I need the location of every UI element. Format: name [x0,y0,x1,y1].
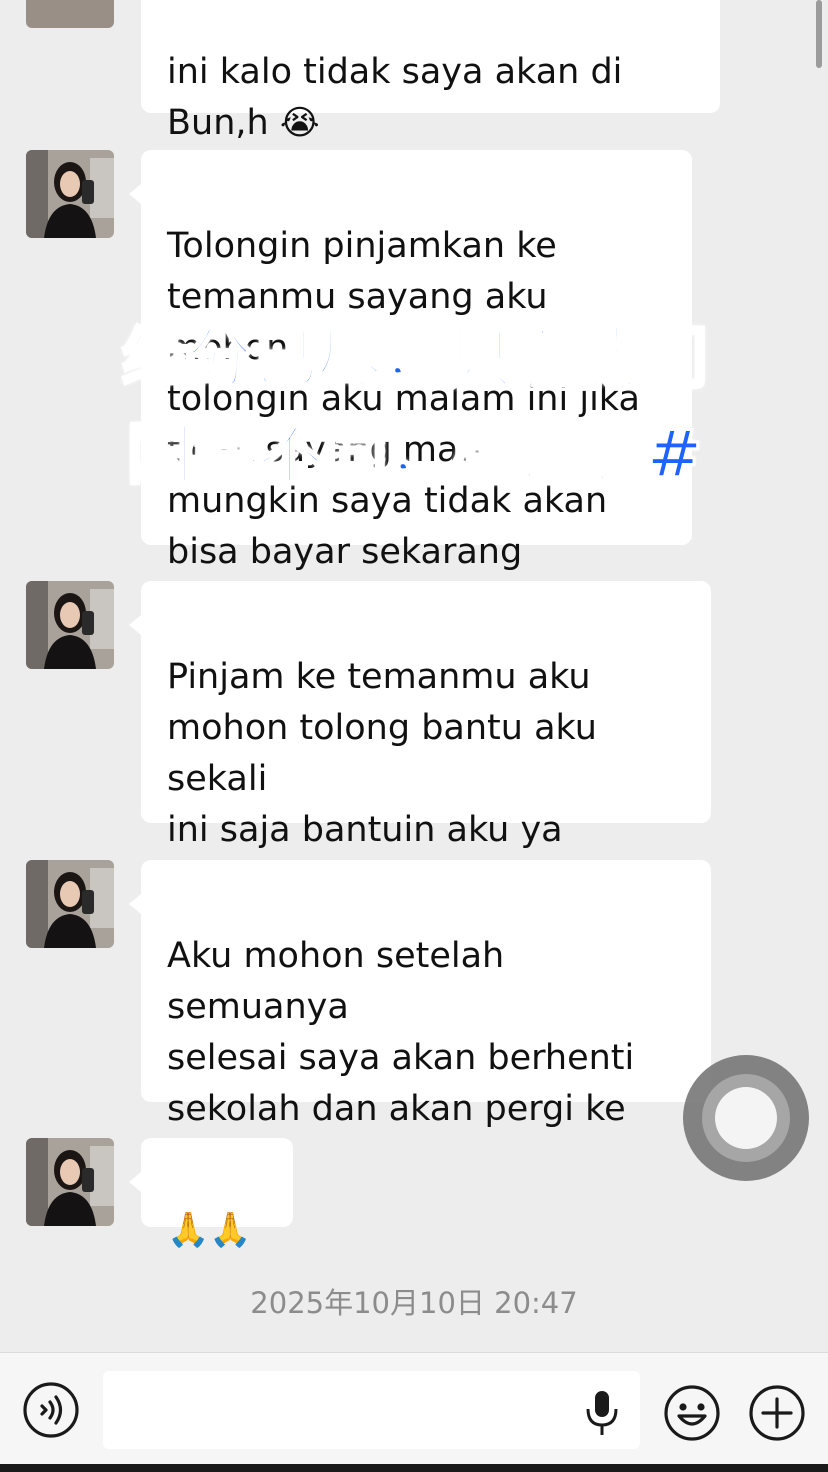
caption-overlay-line-1: 缘分已尽，只怪我们 [120,319,709,399]
avatar[interactable] [26,1138,114,1226]
message-bubble[interactable]: 🙏🙏 [129,1138,293,1250]
message-input[interactable] [103,1371,640,1449]
emoji-icon[interactable] [663,1384,721,1442]
message-bubble[interactable]: ini kalo tidak saya akan di Bun,h 😭 [141,0,720,143]
avatar[interactable] [26,860,114,948]
assistive-touch-core [715,1087,777,1149]
voice-message-icon[interactable] [22,1381,80,1439]
message-bubble[interactable]: Pinjam ke temanmu aku mohon tolong bantu… [129,581,711,901]
avatar[interactable] [26,150,114,238]
avatar[interactable] [26,0,114,28]
message-text: ini kalo tidak saya akan di Bun,h [167,52,623,143]
home-indicator-bar [0,1464,828,1472]
scrollbar[interactable] [816,0,822,68]
avatar[interactable] [26,581,114,669]
caption-overlay-line-2: 国籍不同，感谢您# [125,415,703,495]
microphone-icon[interactable] [573,1383,631,1441]
message-emoji: 🙏🙏 [167,1210,252,1250]
assistive-touch-button[interactable] [683,1055,809,1181]
message-bubble[interactable]: Aku mohon setelah semuanya selesai saya … [129,860,711,1180]
plus-icon[interactable] [748,1384,806,1442]
message-emoji: 😭 [279,103,320,143]
input-bar [0,1352,828,1465]
message-timestamp: 2025年10月10日 20:47 [250,1286,578,1320]
